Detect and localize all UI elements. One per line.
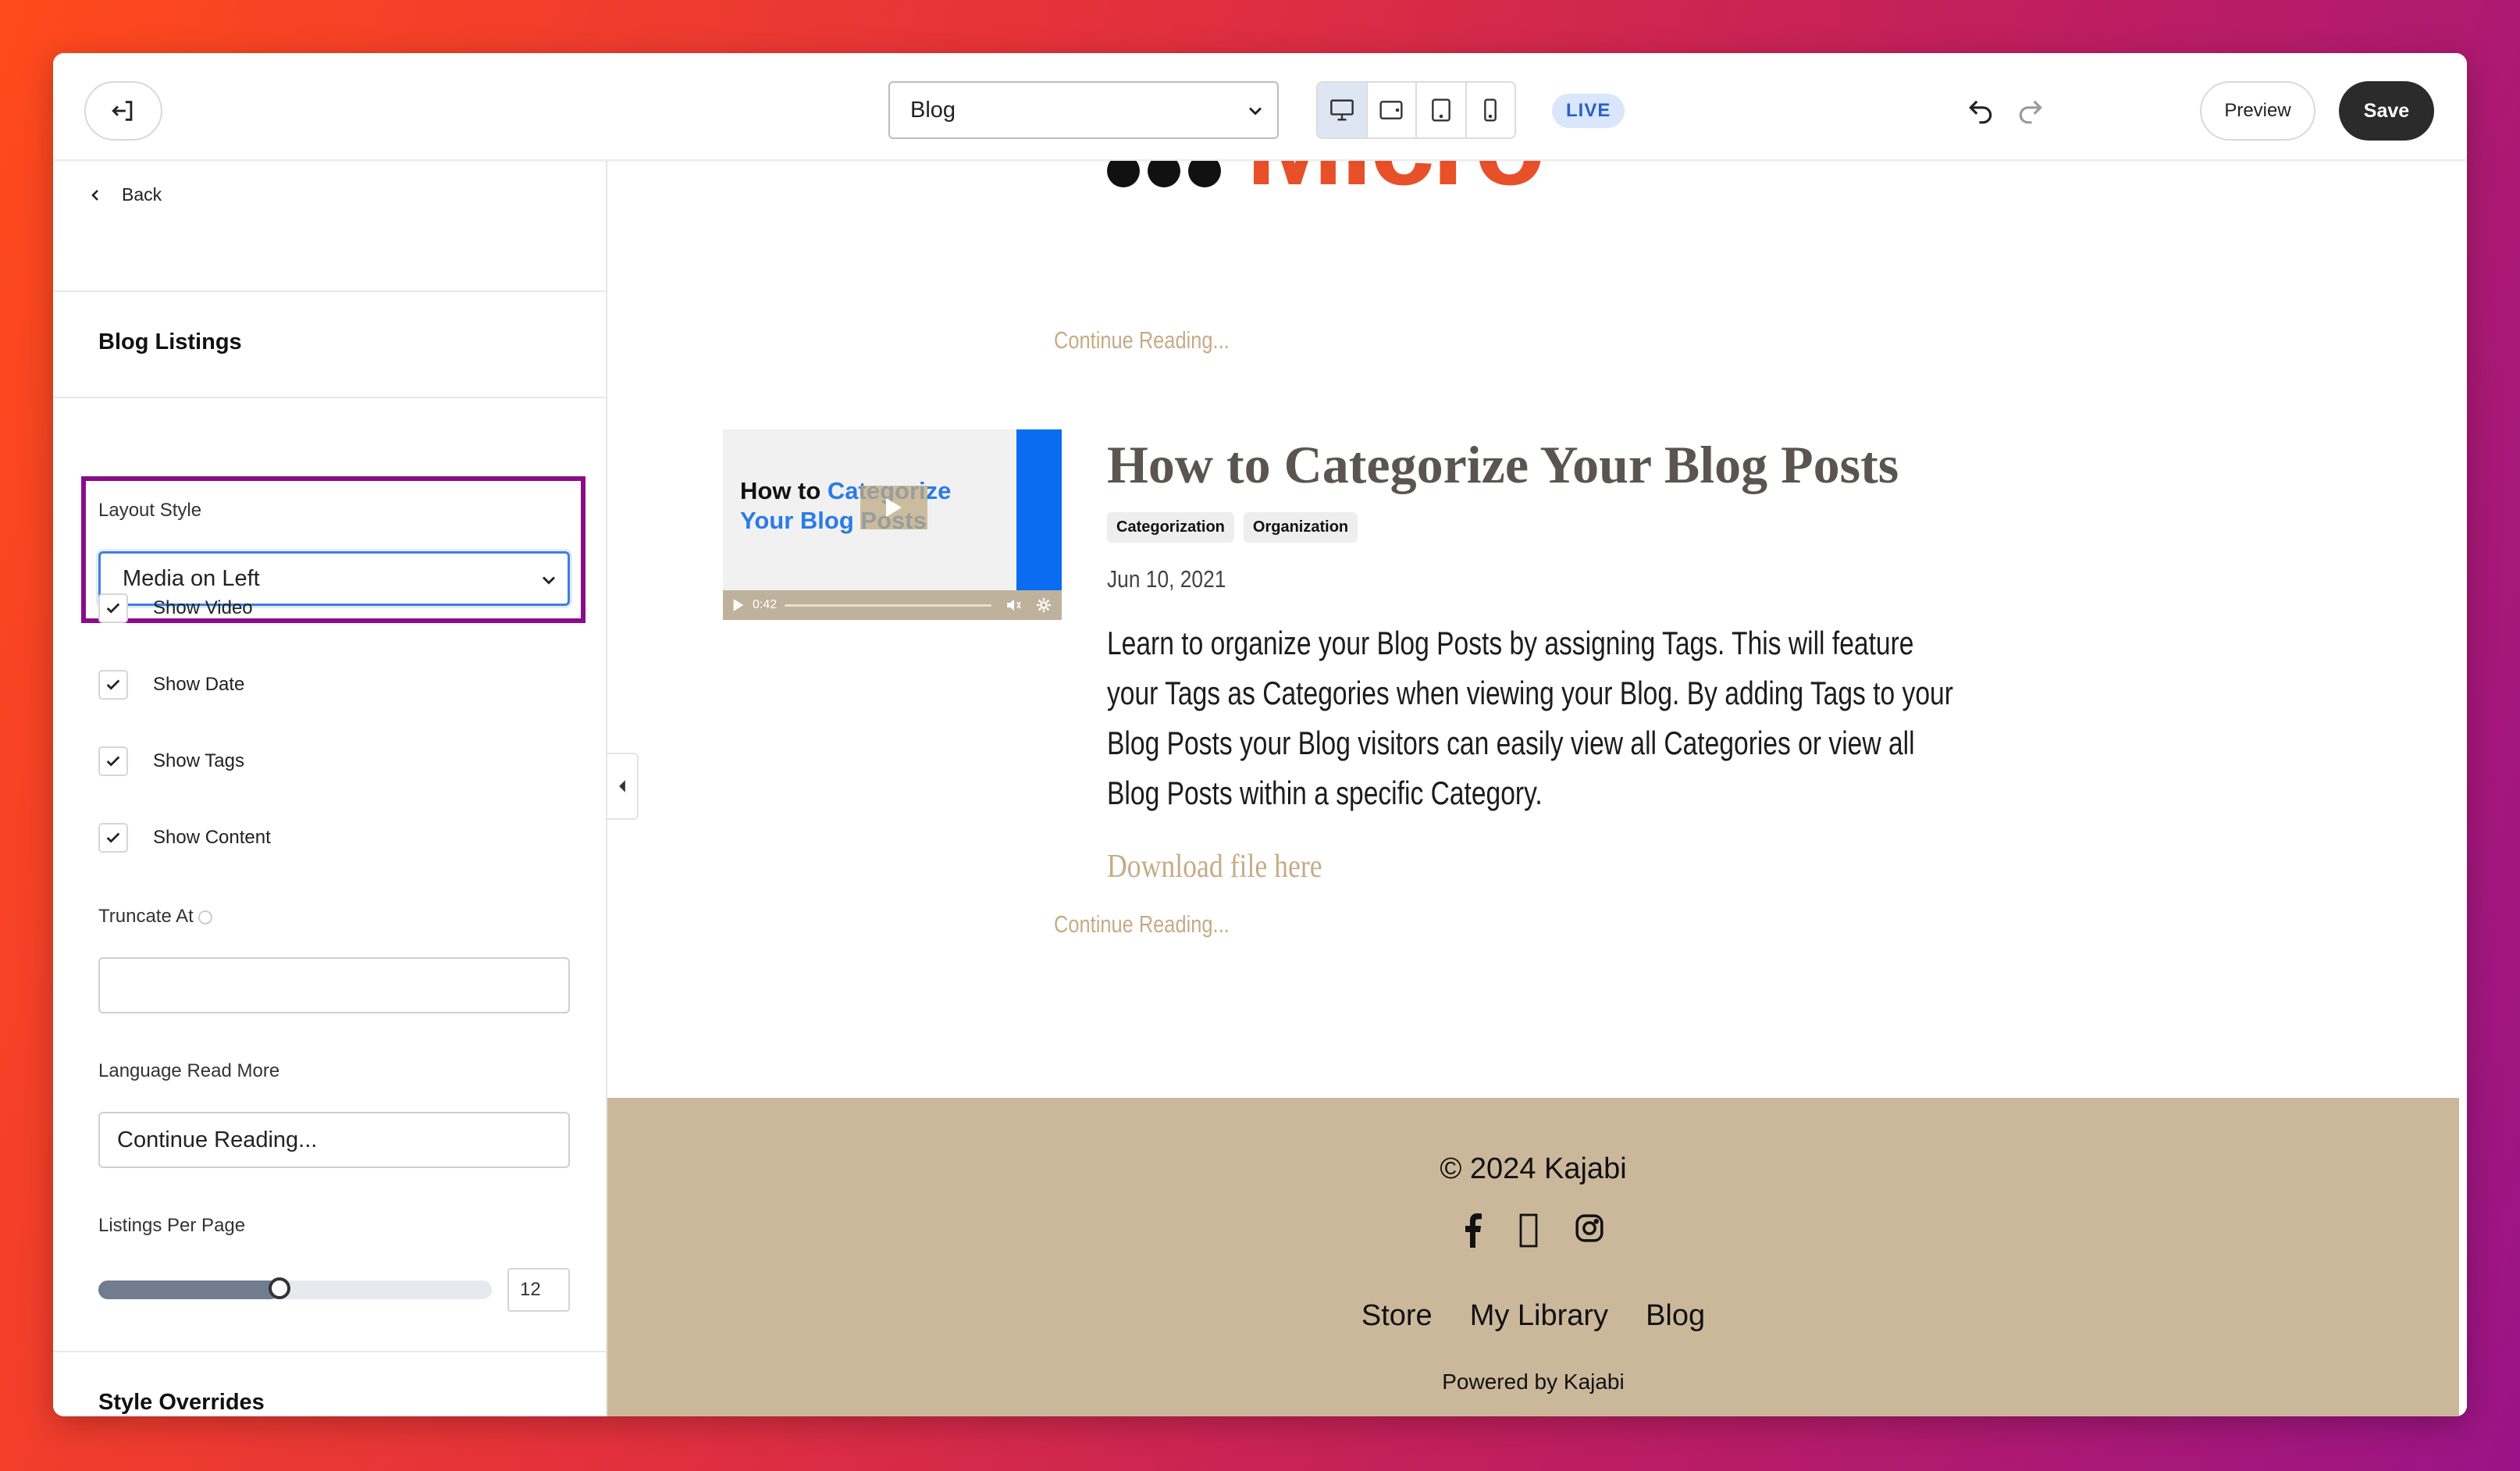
video-controls: 0:42 (723, 590, 1062, 620)
video-progress[interactable] (785, 604, 991, 607)
page-preview: Micro Continue Reading... How to Categor… (607, 161, 2467, 1416)
checkmark-icon (106, 603, 120, 614)
post-title[interactable]: How to Categorize Your Blog Posts (1107, 434, 1899, 496)
copyright-text: © 2024 Kajabi (1440, 1152, 1627, 1185)
chevron-left-icon (91, 189, 98, 201)
show-tags-checkbox[interactable]: Show Tags (98, 746, 244, 776)
editor-window: Blog LIVE Preview Save Back Blog Listing… (53, 53, 2467, 1416)
listings-slider[interactable] (98, 1277, 492, 1299)
tag-badge[interactable]: Categorization (1107, 512, 1234, 543)
download-link[interactable]: Download file here (1107, 848, 1322, 885)
instagram-icon[interactable] (1575, 1213, 1604, 1243)
laptop-view-button[interactable] (1368, 83, 1417, 137)
checkmark-icon (106, 832, 120, 843)
powered-by-text: Powered by Kajabi (1442, 1369, 1625, 1394)
style-overrides-title: Style Overrides (98, 1390, 265, 1415)
divider (53, 1351, 606, 1352)
divider (53, 397, 606, 398)
info-icon[interactable] (198, 910, 212, 924)
divider (53, 290, 606, 292)
truncate-label: Truncate At (98, 906, 212, 928)
checkbox[interactable] (98, 593, 128, 623)
continue-reading-link[interactable]: Continue Reading... (1054, 326, 1230, 354)
settings-sidebar: Back Blog Listings Layout Style Media on… (53, 161, 607, 1416)
read-more-input[interactable]: Continue Reading... (98, 1112, 570, 1168)
listings-per-page-input[interactable]: 12 (507, 1268, 570, 1312)
caret-left-icon (619, 780, 625, 792)
continue-reading-link[interactable]: Continue Reading... (1054, 910, 1230, 939)
checkbox[interactable] (98, 823, 128, 853)
listings-per-page-label: Listings Per Page (98, 1215, 246, 1236)
back-label: Back (122, 184, 162, 205)
footer-link-my-library[interactable]: My Library (1470, 1299, 1608, 1333)
video-play-button[interactable] (860, 486, 927, 529)
chevron-down-icon (1248, 107, 1262, 116)
chevron-down-icon (542, 576, 556, 585)
checkbox[interactable] (98, 746, 128, 776)
settings-gear-icon[interactable] (1035, 597, 1052, 614)
desktop-icon (1329, 99, 1354, 121)
post-content: Learn to organize your Blog Posts by ass… (1107, 625, 1953, 811)
post-date: Jun 10, 2021 (1107, 565, 1226, 593)
show-video-checkbox[interactable]: Show Video (98, 593, 253, 623)
mobile-view-button[interactable] (1467, 83, 1515, 137)
unknown-social-icon[interactable] (1518, 1213, 1539, 1248)
blog-logo: Micro (1107, 161, 1653, 192)
slider-fill (98, 1280, 279, 1299)
collapse-sidebar-button[interactable] (607, 753, 639, 820)
device-toggle-group (1316, 81, 1516, 139)
site-footer: © 2024 Kajabi Store My Library Blog Powe… (607, 1098, 2459, 1416)
exit-editor-button[interactable] (84, 81, 162, 141)
play-icon (886, 498, 902, 517)
back-button[interactable]: Back (87, 184, 162, 205)
video-time: 0:42 (753, 598, 778, 611)
live-status-badge: LIVE (1552, 94, 1625, 128)
post-tags: Categorization Organization (1107, 512, 1358, 543)
exit-icon (112, 101, 133, 121)
footer-nav: Store My Library Blog (607, 1299, 2459, 1333)
checkbox-label: Show Date (153, 674, 245, 695)
facebook-icon[interactable] (1462, 1213, 1482, 1248)
logo-dots (1107, 161, 1221, 187)
footer-link-store[interactable]: Store (1361, 1299, 1433, 1333)
tag-badge[interactable]: Organization (1243, 512, 1358, 543)
checkbox-label: Show Tags (153, 750, 244, 771)
save-button[interactable]: Save (2339, 81, 2434, 141)
video-title-part: How to (740, 477, 828, 504)
checkmark-icon (106, 679, 120, 690)
logo-text: Micro (1246, 161, 1546, 192)
footer-link-blog[interactable]: Blog (1646, 1299, 1705, 1333)
redo-icon[interactable] (2016, 95, 2045, 125)
checkbox[interactable] (98, 670, 128, 700)
tablet-landscape-icon (1379, 101, 1403, 119)
top-toolbar: Blog LIVE Preview Save (53, 53, 2467, 161)
play-icon[interactable] (732, 598, 745, 612)
tablet-portrait-icon (1431, 98, 1450, 122)
preview-button[interactable]: Preview (2200, 81, 2315, 141)
slider-thumb[interactable] (268, 1277, 290, 1299)
undo-icon[interactable] (1966, 95, 1995, 125)
section-title: Blog Listings (98, 329, 242, 354)
social-links (607, 1213, 2459, 1248)
read-more-label: Language Read More (98, 1060, 280, 1081)
tablet-view-button[interactable] (1417, 83, 1467, 137)
show-content-checkbox[interactable]: Show Content (98, 823, 271, 853)
desktop-view-button[interactable] (1318, 83, 1368, 137)
show-date-checkbox[interactable]: Show Date (98, 670, 244, 700)
page-select-value: Blog (910, 97, 956, 123)
truncate-input[interactable] (98, 957, 570, 1013)
truncate-label-text: Truncate At (98, 906, 194, 927)
mobile-icon (1484, 98, 1497, 122)
checkbox-label: Show Content (153, 827, 271, 848)
video-accent (1016, 429, 1062, 590)
checkbox-label: Show Video (153, 597, 253, 618)
volume-icon[interactable] (1006, 597, 1024, 613)
video-player[interactable]: How to Categorize Your Blog Posts 0:42 (723, 429, 1062, 620)
layout-style-value: Media on Left (123, 565, 260, 591)
layout-style-label: Layout Style (98, 500, 202, 521)
page-select[interactable]: Blog (888, 81, 1279, 139)
checkmark-icon (106, 756, 120, 767)
